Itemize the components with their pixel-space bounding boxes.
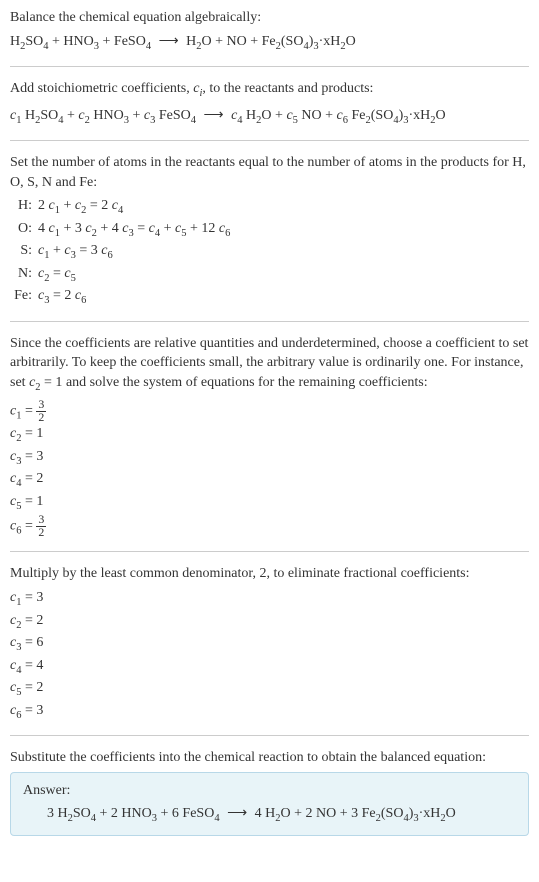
coef-result: c6 = 32 (10, 514, 529, 539)
coef-result: c6 = 3 (10, 701, 529, 723)
table-row: H: 2 c1 + c2 = 2 c4 (10, 196, 529, 218)
table-row: S: c1 + c3 = 3 c6 (10, 241, 529, 263)
coef-result: c2 = 1 (10, 424, 529, 446)
coef-result: c5 = 2 (10, 678, 529, 700)
coef-result: c1 = 3 (10, 588, 529, 610)
atom-label: S: (10, 241, 38, 261)
answer-box: Answer: 3 H2SO4 + 2 HNO3 + 6 FeSO4 ⟶ 4 H… (10, 772, 529, 836)
answer-equation: 3 H2SO4 + 2 HNO3 + 6 FeSO4 ⟶ 4 H2O + 2 N… (23, 804, 516, 826)
coef-result: c3 = 6 (10, 633, 529, 655)
intro-equation: H2SO4 + HNO3 + FeSO4 ⟶ H2O + NO + Fe2(SO… (10, 32, 529, 54)
step5-text: Substitute the coefficients into the che… (10, 748, 529, 768)
coef-result: c1 = 32 (10, 399, 529, 424)
answer-label: Answer: (23, 781, 516, 801)
atom-label: N: (10, 264, 38, 284)
divider (10, 551, 529, 552)
step1-text-after: , to the reactants and products: (202, 81, 373, 96)
coef-result: c4 = 2 (10, 469, 529, 491)
step1-text-before: Add stoichiometric coefficients, (10, 81, 193, 96)
step1-section: Add stoichiometric coefficients, ci, to … (10, 79, 529, 128)
step2-section: Set the number of atoms in the reactants… (10, 153, 529, 309)
step3-text-p3: and solve the system of equations for th… (62, 375, 427, 390)
intro-section: Balance the chemical equation algebraica… (10, 8, 529, 54)
coef-result: c2 = 2 (10, 611, 529, 633)
coef-result: c3 = 3 (10, 447, 529, 469)
divider (10, 140, 529, 141)
coef-result: c4 = 4 (10, 656, 529, 678)
atom-equation: 4 c1 + 3 c2 + 4 c3 = c4 + c5 + 12 c6 (38, 219, 529, 241)
step4-section: Multiply by the least common denominator… (10, 564, 529, 723)
atom-label: O: (10, 219, 38, 239)
step2-text: Set the number of atoms in the reactants… (10, 153, 529, 192)
atom-equation: c3 = 2 c6 (38, 286, 529, 308)
atom-equation: 2 c1 + c2 = 2 c4 (38, 196, 529, 218)
divider (10, 735, 529, 736)
coef-result: c5 = 1 (10, 492, 529, 514)
atom-equation: c2 = c5 (38, 264, 529, 286)
step5-section: Substitute the coefficients into the che… (10, 748, 529, 836)
atom-equation: c1 + c3 = 3 c6 (38, 241, 529, 263)
coefficient-results-1: c1 = 32 c2 = 1 c3 = 3 c4 = 2 c5 = 1 c6 =… (10, 399, 529, 539)
table-row: Fe: c3 = 2 c6 (10, 286, 529, 308)
table-row: O: 4 c1 + 3 c2 + 4 c3 = c4 + c5 + 12 c6 (10, 219, 529, 241)
atom-label: Fe: (10, 286, 38, 306)
intro-text: Balance the chemical equation algebraica… (10, 8, 529, 28)
divider (10, 321, 529, 322)
step3-section: Since the coefficients are relative quan… (10, 334, 529, 540)
divider (10, 66, 529, 67)
step1-equation: c1 H2SO4 + c2 HNO3 + c3 FeSO4 ⟶ c4 H2O +… (10, 106, 529, 128)
step3-text: Since the coefficients are relative quan… (10, 334, 529, 396)
atom-balance-table: H: 2 c1 + c2 = 2 c4 O: 4 c1 + 3 c2 + 4 c… (10, 196, 529, 308)
coefficient-results-2: c1 = 3 c2 = 2 c3 = 6 c4 = 4 c5 = 2 c6 = … (10, 588, 529, 723)
table-row: N: c2 = c5 (10, 264, 529, 286)
step4-text: Multiply by the least common denominator… (10, 564, 529, 584)
atom-label: H: (10, 196, 38, 216)
step1-text: Add stoichiometric coefficients, ci, to … (10, 79, 529, 101)
